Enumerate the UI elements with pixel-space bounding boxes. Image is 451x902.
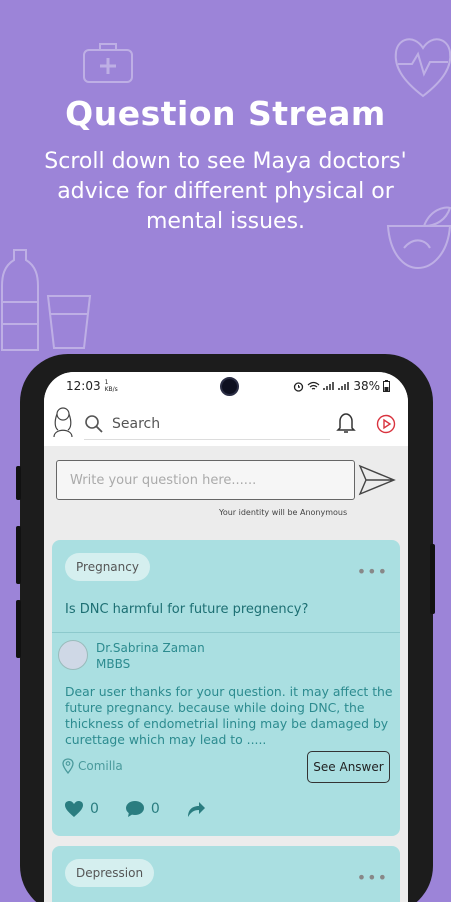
share-icon[interactable] bbox=[186, 800, 206, 818]
comment-count: 0 bbox=[150, 801, 160, 817]
question-text[interactable]: Is DNC harmful for future pregnency? bbox=[65, 602, 308, 617]
water-bottle-icon bbox=[0, 249, 39, 351]
heart-pulse-icon bbox=[394, 38, 451, 98]
location-label: Comilla bbox=[78, 759, 123, 773]
search-icon bbox=[85, 414, 103, 433]
more-options-icon[interactable]: ••• bbox=[357, 868, 388, 887]
first-aid-kit-icon bbox=[83, 43, 133, 83]
signal-icon bbox=[338, 382, 350, 390]
battery-percent: 38% bbox=[353, 379, 380, 393]
search-bar[interactable]: Search bbox=[84, 408, 330, 440]
status-time: 12:03 bbox=[66, 379, 101, 393]
like-button[interactable]: 0 bbox=[64, 800, 99, 818]
card-divider bbox=[52, 632, 400, 633]
page-title: Question Stream bbox=[65, 94, 386, 133]
answer-preview: Dear user thanks for your question. it m… bbox=[65, 684, 393, 747]
location: Comilla bbox=[62, 758, 123, 774]
ask-question-section: Write your question here...... Your iden… bbox=[44, 446, 408, 538]
more-options-icon[interactable]: ••• bbox=[357, 562, 388, 581]
app-bar: Search bbox=[44, 400, 408, 446]
category-tag[interactable]: Pregnancy bbox=[65, 553, 150, 581]
doctor-avatar-icon[interactable] bbox=[52, 406, 74, 438]
location-pin-icon bbox=[62, 758, 74, 774]
status-data-rate: 1 KB/s bbox=[104, 379, 118, 393]
phone-side-button bbox=[16, 466, 21, 500]
doctor-degree: MBBS bbox=[96, 657, 131, 671]
doctor-name: Dr.Sabrina Zaman bbox=[96, 641, 205, 655]
send-icon[interactable] bbox=[358, 464, 396, 496]
comment-button[interactable]: 0 bbox=[125, 800, 160, 818]
alarm-icon bbox=[294, 381, 304, 392]
page-subtitle: Scroll down to see Maya doctors' advice … bbox=[44, 149, 407, 234]
like-count: 0 bbox=[90, 801, 99, 817]
signal-icon bbox=[323, 382, 335, 390]
water-glass-icon bbox=[46, 295, 92, 349]
phone-screen: 12:03 1 KB/s 38% Search Write your quest… bbox=[44, 372, 408, 902]
question-input[interactable]: Write your question here...... bbox=[56, 460, 355, 500]
avatar bbox=[58, 640, 88, 670]
anonymous-note: Your identity will be Anonymous bbox=[219, 508, 348, 517]
phone-side-button bbox=[16, 526, 21, 584]
comment-icon bbox=[125, 801, 144, 817]
front-camera bbox=[220, 377, 239, 396]
battery-icon bbox=[383, 380, 390, 392]
category-tag[interactable]: Depression bbox=[65, 859, 155, 887]
card-actions: 0 0 bbox=[64, 800, 206, 818]
phone-side-button bbox=[16, 600, 21, 658]
status-bar: 12:03 1 KB/s 38% bbox=[44, 372, 408, 400]
question-card[interactable]: Depression ••• bbox=[52, 846, 400, 902]
heart-icon bbox=[65, 801, 83, 817]
phone-side-button bbox=[430, 544, 435, 614]
play-video-icon[interactable] bbox=[376, 414, 396, 434]
notification-bell-icon[interactable] bbox=[336, 412, 356, 434]
search-input[interactable]: Search bbox=[112, 416, 160, 432]
see-answer-button[interactable]: See Answer bbox=[307, 751, 390, 783]
wifi-icon bbox=[307, 381, 320, 390]
question-card[interactable]: Pregnancy ••• Is DNC harmful for future … bbox=[52, 540, 400, 836]
